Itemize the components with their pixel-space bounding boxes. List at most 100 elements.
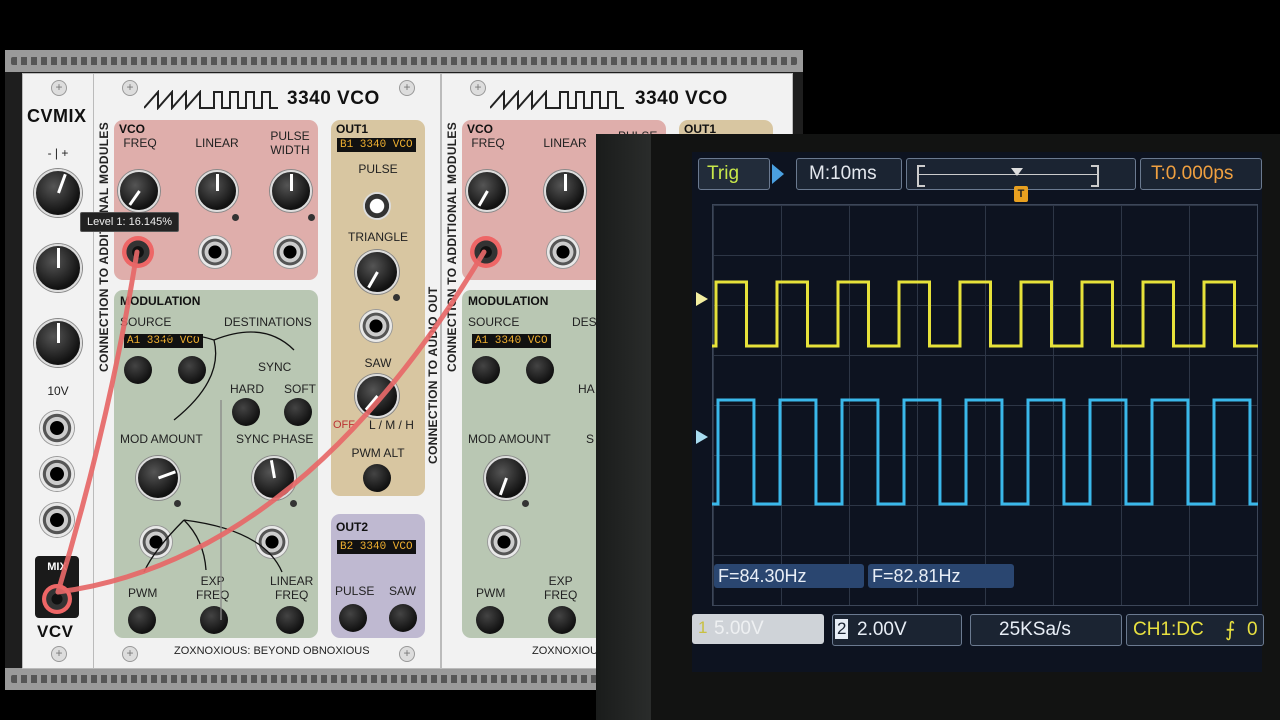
linear-knob[interactable] — [196, 170, 238, 212]
pwm-alt-label: PWM ALT — [351, 446, 405, 460]
position-marker-icon — [1011, 168, 1023, 176]
vco-section: VCO FREQ LINEAR PULSE WIDTH — [114, 120, 318, 280]
pulse-width-label: PULSE WIDTH — [270, 129, 310, 157]
freq-label: FREQ — [123, 136, 157, 150]
trigger-position-marker: T — [1014, 186, 1028, 202]
sample-rate-box: 25KSa/s — [970, 614, 1122, 646]
lmh-label: L / M / H — [369, 418, 414, 432]
module-b-freq-cv-jack[interactable] — [470, 236, 502, 268]
out1-header: OUT1 — [336, 122, 369, 136]
cvmix-polarity-label: - | + — [47, 146, 69, 160]
saw-level-knob[interactable] — [355, 374, 399, 418]
routing-arrows-icon — [143, 331, 295, 620]
rack-rail-top — [5, 50, 803, 72]
module-b-freq-label: FREQ — [471, 136, 505, 150]
module-b-source-display[interactable]: A1 3340 VCO — [472, 334, 551, 348]
module-b-mod-amount-label: MOD AMOUNT — [468, 432, 551, 446]
freq-cv-jack[interactable] — [122, 236, 154, 268]
module-b-mod-amount-cv-jack[interactable] — [488, 526, 520, 558]
triangle-led — [393, 294, 400, 301]
cvmix-mix-label: MIX — [47, 561, 67, 573]
saw-out-label: SAW — [364, 356, 392, 370]
pulse-width-cv-jack[interactable] — [274, 236, 306, 268]
screw-icon: + — [51, 646, 67, 662]
timebase-label: M:10ms — [809, 163, 877, 184]
ch2-frequency-box: F=82.81Hz — [868, 564, 1014, 588]
linear-led — [232, 214, 239, 221]
module-b-sync-label: S — [586, 432, 595, 446]
rising-edge-icon: ⨍ — [1225, 619, 1236, 641]
module-b-source-prev-button[interactable] — [472, 356, 500, 384]
vco-header: VCO — [119, 122, 146, 136]
screw-icon: + — [122, 80, 138, 96]
out2-saw-button[interactable] — [389, 604, 417, 632]
level-tooltip: Level 1: 16.145% — [80, 212, 180, 232]
screw-icon: + — [399, 646, 415, 662]
triangle-out-jack[interactable] — [360, 310, 392, 342]
module-b-modulation-header: MODULATION — [468, 294, 549, 308]
trigger-coupling-box[interactable]: CH1:DC ⨍ 0 — [1126, 614, 1264, 646]
ch1-scale: 5.00V — [714, 618, 764, 639]
ch2-scale: 2.00V — [857, 619, 907, 640]
module-b-freq-knob[interactable] — [466, 170, 508, 212]
ch2-number: 2 — [835, 619, 849, 639]
triangle-level-knob[interactable] — [355, 250, 399, 294]
ch1-frequency: F=84.30Hz — [718, 566, 807, 586]
freq-knob[interactable] — [118, 170, 160, 212]
cvmix-knob-3[interactable] — [34, 319, 82, 367]
module-b-linear-label: LINEAR — [543, 136, 587, 150]
trigger-time-box[interactable]: T:0.000ps — [1140, 158, 1262, 190]
waveform-logo-icon — [144, 90, 278, 110]
cvmix-mix-output-jack[interactable] — [42, 584, 72, 614]
module-b-title: 3340 VCO — [635, 88, 728, 109]
module-b-source-next-button[interactable] — [526, 356, 554, 384]
module-b-source-label: SOURCE — [468, 315, 520, 329]
cvmix-knob-1[interactable] — [34, 169, 82, 217]
pwm-alt-button[interactable] — [363, 464, 391, 492]
audio-out-side-label: CONNECTION TO AUDIO OUT — [426, 286, 440, 464]
timebase-box[interactable]: M:10ms — [796, 158, 902, 190]
module-b-linear-knob[interactable] — [544, 170, 586, 212]
out2-section: OUT2 B2 3340 VCO PULSE SAW — [331, 514, 425, 638]
module-b-side-label: CONNECTION TO ADDITIONAL MODULES — [445, 121, 459, 372]
out1-display[interactable]: B1 3340 VCO — [337, 138, 416, 152]
linear-label: LINEAR — [195, 136, 239, 150]
module-b-linear-cv-jack[interactable] — [547, 236, 579, 268]
ch2-scale-box[interactable]: 2 2.00V — [832, 614, 962, 646]
module-b-pwm-label: PWM — [476, 586, 506, 600]
ch2-trace — [712, 398, 1258, 506]
screw-icon: + — [399, 80, 415, 96]
ch2-frequency: F=82.81Hz — [872, 566, 961, 586]
ch1-scale-box[interactable]: 1 5.00V — [692, 614, 824, 644]
waveform-traces — [712, 280, 1258, 506]
module-b-mod-amount-knob[interactable] — [484, 456, 528, 500]
pulse-width-knob[interactable] — [270, 170, 312, 212]
ch1-number: 1 — [698, 618, 708, 637]
cvmix-input-jack-1[interactable] — [40, 411, 74, 445]
vcv-brand-logo: VCV — [37, 622, 74, 641]
cvmix-input-jack-2[interactable] — [40, 457, 74, 491]
ch1-trace — [712, 280, 1258, 348]
ch1-frequency-box: F=84.30Hz — [714, 564, 864, 588]
trig-label: Trig — [707, 163, 740, 184]
ch1-ground-marker-icon — [696, 292, 708, 306]
out2-display[interactable]: B2 3340 VCO — [337, 540, 416, 554]
pulse-toggle-button[interactable] — [363, 192, 391, 220]
out2-pulse-button[interactable] — [339, 604, 367, 632]
waveform-logo-icon — [490, 90, 624, 110]
cvmix-module: + CVMIX - | + 10V MIX VCV + — [22, 73, 94, 669]
trig-status[interactable]: Trig — [698, 158, 770, 190]
linear-cv-jack[interactable] — [199, 236, 231, 268]
module-b-exp-freq-button[interactable] — [548, 606, 576, 634]
trigger-time-label: T:0.000ps — [1151, 163, 1234, 184]
out2-header: OUT2 — [336, 520, 369, 534]
pulse-width-led — [308, 214, 315, 221]
cvmix-knob-2[interactable] — [34, 244, 82, 292]
module-b-destinations-label: DES — [572, 315, 597, 329]
pulse-out-label: PULSE — [358, 162, 398, 176]
module-b-pwm-button[interactable] — [476, 606, 504, 634]
module-b-vco-header: VCO — [467, 122, 494, 136]
module-b-mod-amount-led — [522, 500, 529, 507]
cvmix-input-jack-3[interactable] — [40, 503, 74, 537]
oscilloscope-photo: Trig M:10ms T:0.000ps T F=84.30Hz F=82.8… — [596, 134, 1280, 720]
